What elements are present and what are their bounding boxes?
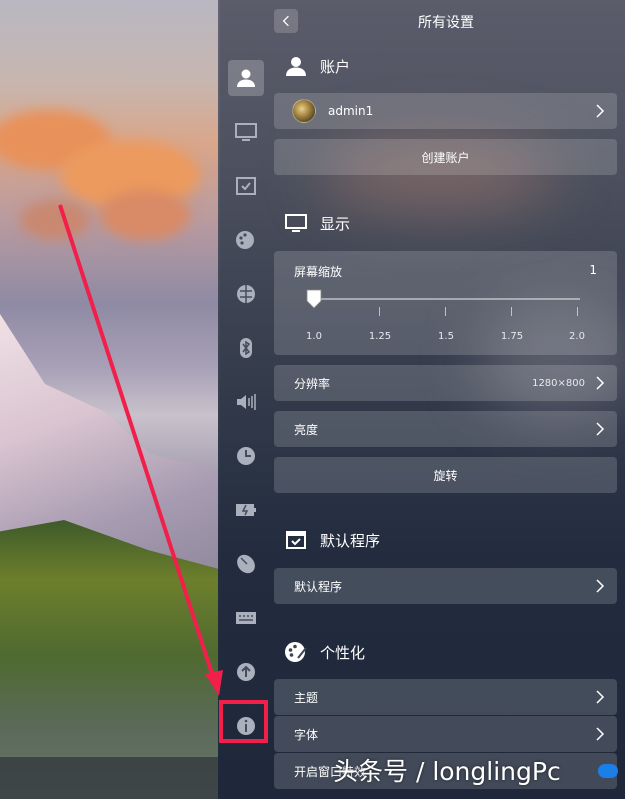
chevron-right-icon <box>596 422 605 436</box>
scale-tick <box>511 307 512 316</box>
rotate-label: 旋转 <box>433 468 458 483</box>
scale-tick <box>577 307 578 316</box>
dock <box>0 757 220 799</box>
resolution-label: 分辨率 <box>294 376 331 391</box>
window-effect-toggle[interactable] <box>598 764 618 778</box>
settings-content: 所有设置 账户 admin1 创建账户 显示 屏幕缩放 1 1.0 1.25 1… <box>274 0 625 799</box>
scale-tick <box>379 307 380 316</box>
network-icon[interactable] <box>228 276 264 312</box>
default-apps-icon[interactable] <box>228 168 264 204</box>
create-account-button[interactable]: 创建账户 <box>274 139 617 175</box>
screen-scale-card: 屏幕缩放 1 1.0 1.25 1.5 1.75 2.0 <box>274 251 617 355</box>
page-title: 所有设置 <box>418 15 474 31</box>
scale-label: 屏幕缩放 <box>294 265 343 279</box>
section-title: 默认程序 <box>320 531 381 550</box>
account-icon <box>286 57 306 76</box>
chevron-right-icon <box>596 727 605 741</box>
scale-tick-label: 1.5 <box>438 331 454 342</box>
scale-tick-label: 1.25 <box>368 331 392 342</box>
theme-label: 主题 <box>294 690 319 705</box>
brightness-label: 亮度 <box>294 422 319 437</box>
section-title: 账户 <box>320 57 351 76</box>
scale-tick-label: 1.75 <box>500 331 524 342</box>
section-title: 显示 <box>320 214 351 233</box>
chevron-right-icon <box>596 104 605 118</box>
font-row[interactable]: 字体 <box>274 716 617 752</box>
resolution-row[interactable]: 分辨率 1280×800 <box>274 365 617 401</box>
bluetooth-icon[interactable] <box>228 330 264 366</box>
display-icon <box>285 214 307 232</box>
account-section-header: 账户 <box>284 54 350 78</box>
default-apps-row[interactable]: 默认程序 <box>274 568 617 604</box>
default-apps-section-header: 默认程序 <box>284 528 380 552</box>
desktop-wallpaper <box>0 0 220 799</box>
chevron-right-icon <box>596 579 605 593</box>
display-icon[interactable] <box>228 114 264 150</box>
settings-header: 所有设置 <box>274 0 625 42</box>
keyboard-icon[interactable] <box>228 600 264 636</box>
section-title: 个性化 <box>320 643 366 662</box>
theme-row[interactable]: 主题 <box>274 679 617 715</box>
resolution-value: 1280×800 <box>532 377 585 389</box>
scale-tick-label: 1.0 <box>306 331 322 342</box>
user-name: admin1 <box>328 104 374 118</box>
create-account-label: 创建账户 <box>421 150 470 165</box>
scale-slider-track[interactable] <box>314 298 580 300</box>
mouse-icon[interactable] <box>228 546 264 582</box>
font-label: 字体 <box>294 727 319 742</box>
account-icon[interactable] <box>228 60 264 96</box>
user-row[interactable]: admin1 <box>274 93 617 129</box>
scale-tick <box>445 307 446 316</box>
chevron-right-icon <box>596 376 605 390</box>
settings-panel: 所有设置 账户 admin1 创建账户 显示 屏幕缩放 1 1.0 1.25 1… <box>218 0 625 799</box>
rotate-button[interactable]: 旋转 <box>274 457 617 493</box>
brightness-row[interactable]: 亮度 <box>274 411 617 447</box>
power-icon[interactable] <box>228 492 264 528</box>
time-icon[interactable] <box>228 438 264 474</box>
scale-slider-thumb[interactable] <box>306 289 322 309</box>
watermark-text: 头条号 / longlingPc <box>333 757 561 786</box>
chevron-right-icon <box>596 690 605 704</box>
personalization-section-header: 个性化 <box>284 640 365 664</box>
default-apps-icon <box>286 531 306 549</box>
highlight-box <box>219 700 268 743</box>
scale-value: 1 <box>589 263 597 277</box>
display-section-header: 显示 <box>284 211 350 235</box>
personalization-icon <box>285 642 307 662</box>
default-apps-label: 默认程序 <box>294 579 343 594</box>
avatar <box>292 99 316 123</box>
personalization-icon[interactable] <box>228 222 264 258</box>
update-icon[interactable] <box>228 654 264 690</box>
sound-icon[interactable] <box>228 384 264 420</box>
scale-tick-label: 2.0 <box>569 331 585 342</box>
